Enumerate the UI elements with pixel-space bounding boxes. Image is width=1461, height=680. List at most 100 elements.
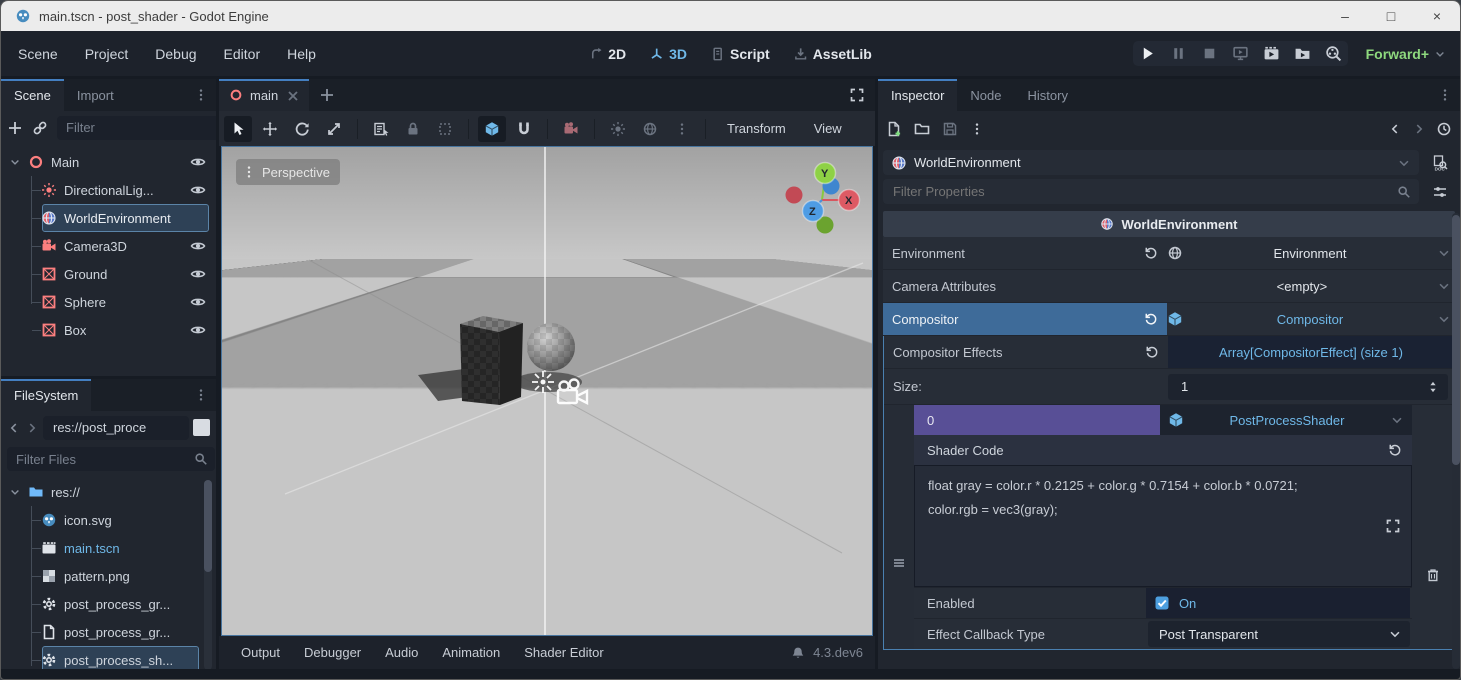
scene-node-box[interactable]: Box	[1, 316, 216, 344]
panel-animation[interactable]: Animation	[432, 640, 510, 665]
property-row-effect-callback-type[interactable]: Effect Callback Type Post Transparent	[914, 618, 1412, 649]
switch-3d-button[interactable]: 3D	[642, 41, 695, 67]
history-back-button[interactable]	[1388, 122, 1402, 136]
scene-filter[interactable]	[57, 116, 216, 140]
view-menu[interactable]: View	[802, 121, 854, 136]
visibility-eye-icon[interactable]	[190, 322, 206, 338]
box-mesh[interactable]	[460, 316, 523, 405]
nav-back-button[interactable]	[7, 421, 21, 435]
menu-scene[interactable]: Scene	[8, 40, 68, 68]
add-node-button[interactable]	[7, 120, 23, 136]
scene-tab-main[interactable]: main	[219, 79, 309, 111]
inspector-scrollbar[interactable]	[1452, 213, 1460, 669]
file-pattern-png[interactable]: pattern.png	[1, 562, 216, 590]
instance-scene-button[interactable]	[32, 120, 48, 136]
filesystem-menu-button[interactable]	[186, 379, 216, 411]
axis-gizmo[interactable]: Y X Z	[786, 163, 860, 234]
play-button[interactable]	[1139, 45, 1156, 62]
directional-light-gizmo[interactable]	[532, 371, 554, 393]
switch-2d-button[interactable]: 2D	[581, 41, 634, 67]
file-main-tscn[interactable]: main.tscn	[1, 534, 216, 562]
sphere-mesh[interactable]	[527, 323, 575, 371]
menu-debug[interactable]: Debug	[145, 40, 206, 68]
visibility-eye-icon[interactable]	[190, 238, 206, 254]
preview-environment-button[interactable]	[636, 116, 664, 142]
visibility-eye-icon[interactable]	[190, 266, 206, 282]
panel-audio[interactable]: Audio	[375, 640, 428, 665]
play-scene-button[interactable]	[1263, 45, 1280, 62]
revert-icon[interactable]	[1144, 246, 1158, 260]
notification-bell-icon[interactable]	[791, 646, 805, 660]
scene-node-directionallight[interactable]: DirectionalLig...	[1, 176, 216, 204]
property-row-compositor-effects[interactable]: Compositor Effects Array[CompositorEffec…	[884, 336, 1454, 369]
file-tree-scrollbar[interactable]	[204, 480, 212, 669]
scene-node-sphere[interactable]: Sphere	[1, 288, 216, 316]
property-tools-button[interactable]	[1425, 184, 1455, 200]
scene-dock-menu-button[interactable]	[186, 79, 216, 111]
property-filter[interactable]	[883, 179, 1419, 204]
nav-forward-button[interactable]	[25, 421, 39, 435]
revert-icon[interactable]	[1144, 312, 1158, 326]
load-resource-button[interactable]	[914, 121, 930, 137]
menu-help[interactable]: Help	[277, 40, 326, 68]
property-filter-input[interactable]	[891, 183, 1390, 200]
tab-node[interactable]: Node	[957, 79, 1014, 111]
expand-code-icon[interactable]	[1385, 518, 1401, 534]
visibility-eye-icon[interactable]	[190, 294, 206, 310]
element-drag-handle[interactable]	[884, 405, 914, 649]
panel-debugger[interactable]: Debugger	[294, 640, 371, 665]
scene-node-ground[interactable]: Ground	[1, 260, 216, 288]
select-mode-button[interactable]	[224, 116, 252, 142]
pause-button[interactable]	[1170, 45, 1187, 62]
shader-code-editor[interactable]: float gray = color.r * 0.2125 + color.g …	[914, 465, 1412, 587]
panel-shader-editor[interactable]: Shader Editor	[514, 640, 614, 665]
local-space-button[interactable]	[478, 116, 506, 142]
switch-assetlib-button[interactable]: AssetLib	[786, 41, 880, 67]
shader-code-header[interactable]: Shader Code	[914, 435, 1412, 465]
new-resource-button[interactable]	[886, 121, 902, 137]
move-mode-button[interactable]	[256, 116, 284, 142]
panel-output[interactable]: Output	[231, 640, 290, 665]
tab-import[interactable]: Import	[64, 79, 127, 111]
scene-node-camera3d[interactable]: Camera3D	[1, 232, 216, 260]
collapse-arrow-icon[interactable]	[9, 485, 21, 499]
distraction-free-button[interactable]	[839, 79, 875, 111]
file-res-root[interactable]: res://	[1, 478, 216, 506]
file-filter-input[interactable]	[14, 451, 194, 468]
list-select-button[interactable]	[367, 116, 395, 142]
path-input[interactable]	[51, 419, 181, 436]
axis-neg-x-ball[interactable]	[786, 187, 803, 204]
scene-node-worldenvironment[interactable]: WorldEnvironment	[1, 204, 216, 232]
file-post-process-grayscale-glsl[interactable]: post_process_gr...	[1, 618, 216, 646]
class-section-header[interactable]: WorldEnvironment	[883, 211, 1455, 237]
history-forward-button[interactable]	[1412, 122, 1426, 136]
play-custom-scene-button[interactable]	[1294, 45, 1311, 62]
visibility-eye-icon[interactable]	[190, 154, 206, 170]
file-post-process-grayscale-gd[interactable]: post_process_gr...	[1, 590, 216, 618]
tab-inspector[interactable]: Inspector	[878, 79, 957, 111]
inspector-menu-button[interactable]	[1430, 79, 1460, 111]
movie-maker-button[interactable]	[1325, 45, 1342, 62]
sun-environment-settings-button[interactable]	[668, 116, 696, 142]
element-index[interactable]: 0	[914, 405, 1160, 435]
maximize-button[interactable]: □	[1368, 1, 1414, 31]
resource-menu-button[interactable]	[970, 122, 984, 136]
camera-override-button[interactable]	[557, 116, 585, 142]
group-node-button[interactable]	[431, 116, 459, 142]
property-value[interactable]: Compositor	[1183, 312, 1437, 327]
preview-sun-button[interactable]	[604, 116, 632, 142]
element-resource-button[interactable]: PostProcessShader	[1160, 405, 1412, 435]
tab-filesystem[interactable]: FileSystem	[1, 379, 91, 411]
object-history-button[interactable]	[1436, 121, 1452, 137]
rotate-mode-button[interactable]	[288, 116, 316, 142]
viewport-3d[interactable]: Y X Z Perspective	[221, 146, 873, 636]
property-row-size[interactable]: Size: 1	[884, 369, 1454, 405]
remote-debug-button[interactable]	[1232, 45, 1249, 62]
scene-node-main[interactable]: Main	[1, 148, 216, 176]
revert-icon[interactable]	[1388, 443, 1402, 457]
revert-icon[interactable]	[1145, 345, 1159, 359]
file-icon-svg[interactable]: icon.svg	[1, 506, 216, 534]
property-value[interactable]: Environment	[1183, 246, 1437, 261]
close-tab-icon[interactable]	[285, 88, 299, 102]
close-button[interactable]: ×	[1414, 1, 1460, 31]
